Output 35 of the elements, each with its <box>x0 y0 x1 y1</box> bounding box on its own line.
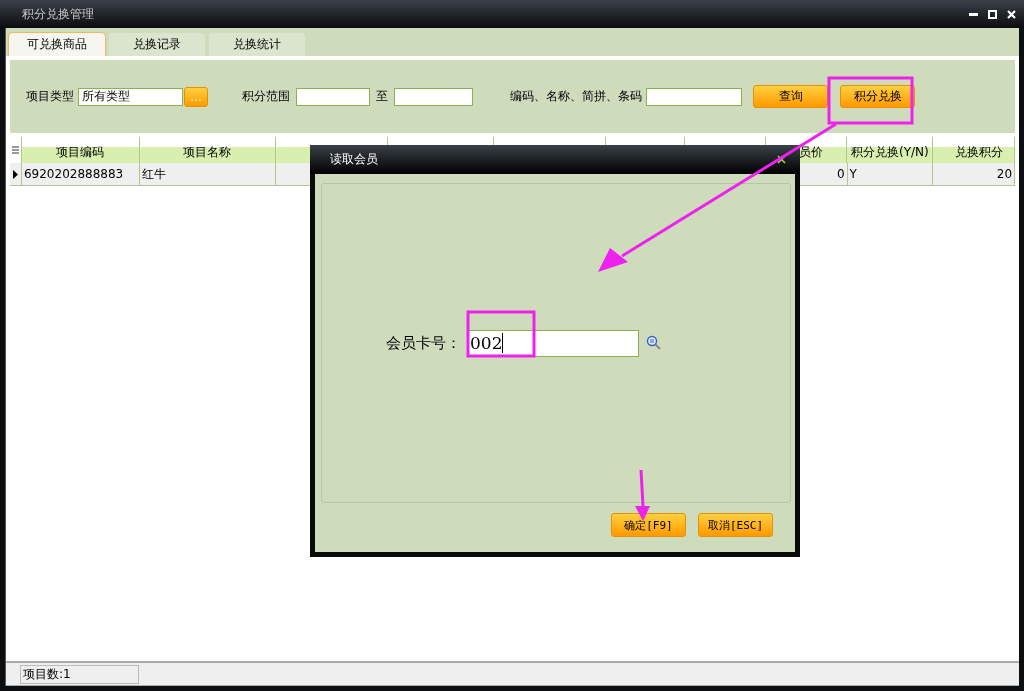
card-number-field[interactable]: 002 <box>467 329 639 357</box>
column-header: 项目编码 <box>21 137 140 163</box>
dialog-button[interactable]: 确定[F9] <box>611 513 686 537</box>
action-button[interactable]: 积分兑换 <box>840 85 915 108</box>
maximize-icon[interactable] <box>988 9 997 19</box>
tab[interactable]: 可兑换商品 <box>8 32 106 56</box>
minimize-icon[interactable] <box>969 12 978 16</box>
close-icon[interactable] <box>777 155 786 164</box>
column-header: 兑换积分 <box>933 137 1015 163</box>
tab[interactable]: 兑换统计 <box>208 32 306 56</box>
table-cell: 6920202888883 <box>23 167 124 181</box>
annotation-arrow <box>635 469 650 521</box>
range-to-label: 至 <box>376 88 388 105</box>
dialog-button[interactable]: 取消[ESC] <box>698 513 773 537</box>
table-cell: Y <box>849 167 857 181</box>
column-header: 项目名称 <box>139 137 277 163</box>
table-cell: 0 <box>836 167 845 181</box>
type-field[interactable]: 所有类型 <box>78 87 183 106</box>
action-button[interactable]: 查询 <box>753 85 828 108</box>
range-to-field[interactable] <box>394 87 473 106</box>
search-field[interactable] <box>646 87 742 106</box>
search-label: 编码、名称、简拼、条码 <box>510 88 642 105</box>
range-label: 积分范围 <box>242 88 290 105</box>
list-icon <box>12 145 19 155</box>
item-count: 项目数:1 <box>20 664 139 684</box>
card-number-label: 会员卡号： <box>386 333 461 353</box>
tab[interactable]: 兑换记录 <box>108 32 206 56</box>
range-from-field[interactable] <box>296 87 370 106</box>
table-cell: 红牛 <box>141 165 166 183</box>
type-label: 项目类型 <box>26 88 74 105</box>
dialog-title: 读取会员 <box>330 151 379 168</box>
search-icon[interactable] <box>646 335 662 351</box>
table-cell: 20 <box>996 167 1013 181</box>
column-header: 积分兑换(Y/N) <box>847 137 934 163</box>
window-title: 积分兑换管理 <box>22 5 95 23</box>
